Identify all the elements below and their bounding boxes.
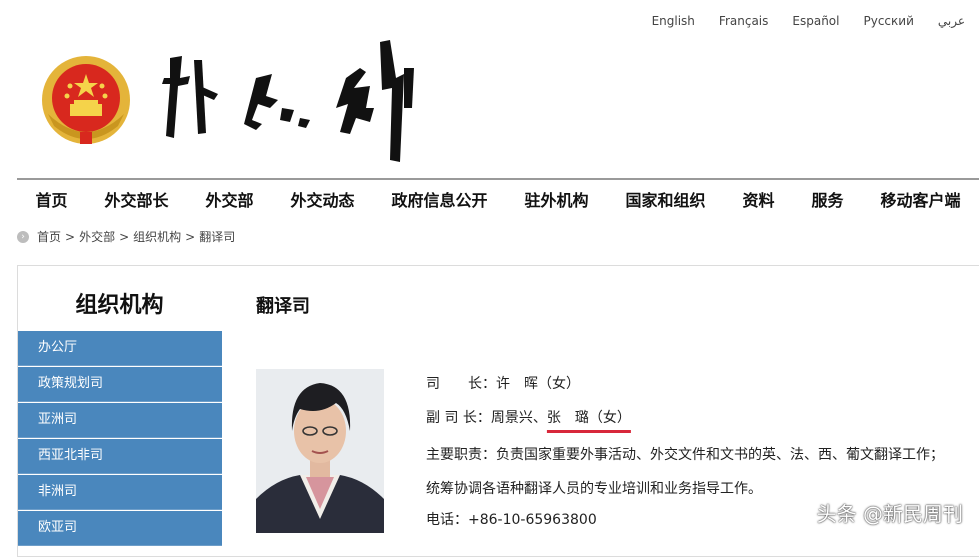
deputy-label: 副 司 长： [426, 410, 491, 426]
breadcrumb-current: 翻译司 [199, 230, 236, 244]
lang-french-link[interactable]: Français [719, 14, 768, 28]
nav-ministry[interactable]: 外交部 [205, 187, 253, 211]
nav-services[interactable]: 服务 [811, 187, 843, 211]
duties-row: 主要职责：负责国家重要外事活动、外交文件和文书的英、法、西、葡文翻译工作；统筹协… [426, 438, 951, 506]
breadcrumb-separator: > [185, 229, 196, 244]
nav-resources[interactable]: 资料 [742, 187, 774, 211]
breadcrumb-separator: > [65, 229, 76, 244]
breadcrumb-separator: > [119, 229, 130, 244]
nav-minister[interactable]: 外交部长 [104, 187, 168, 211]
main-nav: 首页 外交部长 外交部 外交动态 政府信息公开 驻外机构 国家和组织 资料 服务… [17, 178, 979, 218]
nav-government-info[interactable]: 政府信息公开 [391, 187, 487, 211]
nav-overseas-missions[interactable]: 驻外机构 [524, 187, 588, 211]
breadcrumb-home[interactable]: 首页 [37, 228, 61, 245]
lang-spanish-link[interactable]: Español [792, 14, 839, 28]
breadcrumb-arrow-icon: › [17, 230, 29, 243]
page-title: 翻译司 [256, 296, 310, 317]
lang-russian-link[interactable]: Русский [863, 14, 913, 28]
national-emblem-logo[interactable] [40, 54, 132, 146]
lang-arabic-link[interactable]: عربي [938, 14, 965, 28]
director-portrait-photo [256, 369, 384, 533]
sidebar-menu: 办公厅 政策规划司 亚洲司 西亚北非司 非洲司 欧亚司 [18, 331, 222, 547]
director-row: 司 长：许 晖（女） [426, 370, 951, 404]
director-name: 许 晖（女） [496, 376, 580, 392]
sidebar-item-policy-planning[interactable]: 政策规划司 [18, 367, 222, 402]
language-bar: English Français Español Русский عربي [652, 14, 965, 28]
breadcrumb-ministry[interactable]: 外交部 [79, 228, 115, 245]
director-label: 司 长： [426, 376, 496, 392]
watermark: 头条 @新民周刊 [816, 502, 963, 526]
nav-home[interactable]: 首页 [35, 187, 67, 211]
lang-english-link[interactable]: English [652, 14, 695, 28]
ministry-calligraphy-logo[interactable] [160, 38, 420, 168]
sidebar-item-general-office[interactable]: 办公厅 [18, 331, 222, 366]
sidebar-item-west-asia-north-africa[interactable]: 西亚北非司 [18, 439, 222, 474]
phone-label: 电话： [426, 512, 468, 528]
breadcrumb-organization[interactable]: 组织机构 [133, 228, 181, 245]
deputy-names: 周景兴、 [490, 410, 547, 426]
nav-mobile-client[interactable]: 移动客户端 [880, 187, 960, 211]
deputy-highlight-name: 张 璐（女） [546, 410, 631, 426]
duties-text: 负责国家重要外事活动、外交文件和文书的英、法、西、葡文翻译工作；统筹协调各语种翻… [426, 447, 944, 497]
sidebar-item-african-affairs[interactable]: 非洲司 [18, 475, 222, 510]
breadcrumb: › 首页 > 外交部 > 组织机构 > 翻译司 [17, 228, 235, 245]
duties-label: 主要职责： [426, 447, 496, 463]
nav-countries-orgs[interactable]: 国家和组织 [625, 187, 705, 211]
sidebar-item-asian-affairs[interactable]: 亚洲司 [18, 403, 222, 438]
phone-value: +86-10-65963800 [468, 512, 597, 528]
deputy-row: 副 司 长：周景兴、张 璐（女） [426, 404, 951, 438]
sidebar-title: 组织机构 [75, 293, 164, 318]
nav-diplomatic-news[interactable]: 外交动态 [290, 187, 354, 211]
